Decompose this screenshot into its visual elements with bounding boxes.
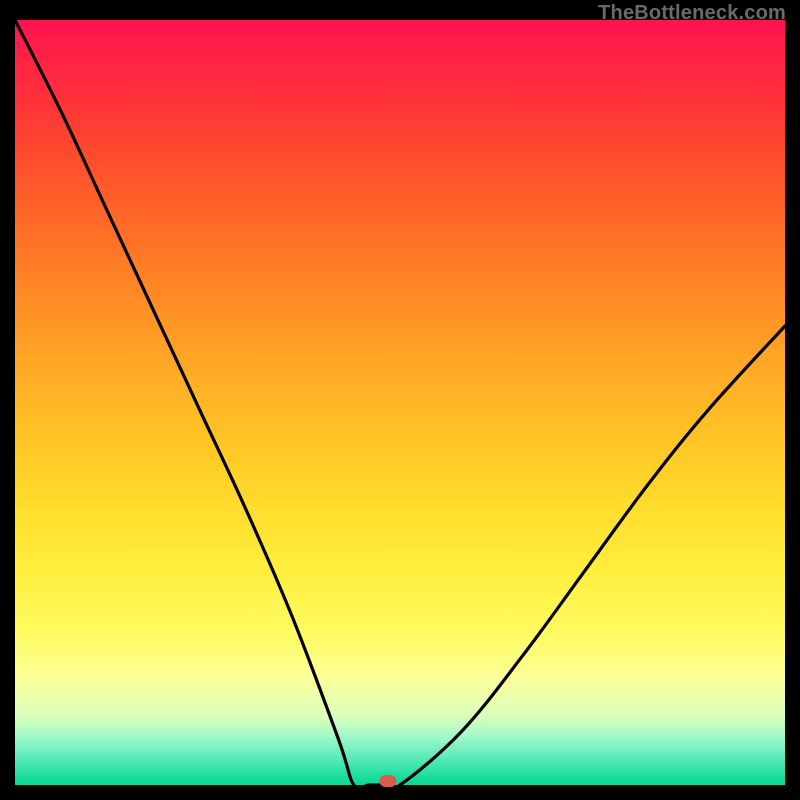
bottleneck-curve <box>15 20 785 785</box>
plot-area <box>15 20 785 785</box>
chart-frame: TheBottleneck.com <box>0 0 800 800</box>
optimal-point-marker <box>380 775 397 787</box>
